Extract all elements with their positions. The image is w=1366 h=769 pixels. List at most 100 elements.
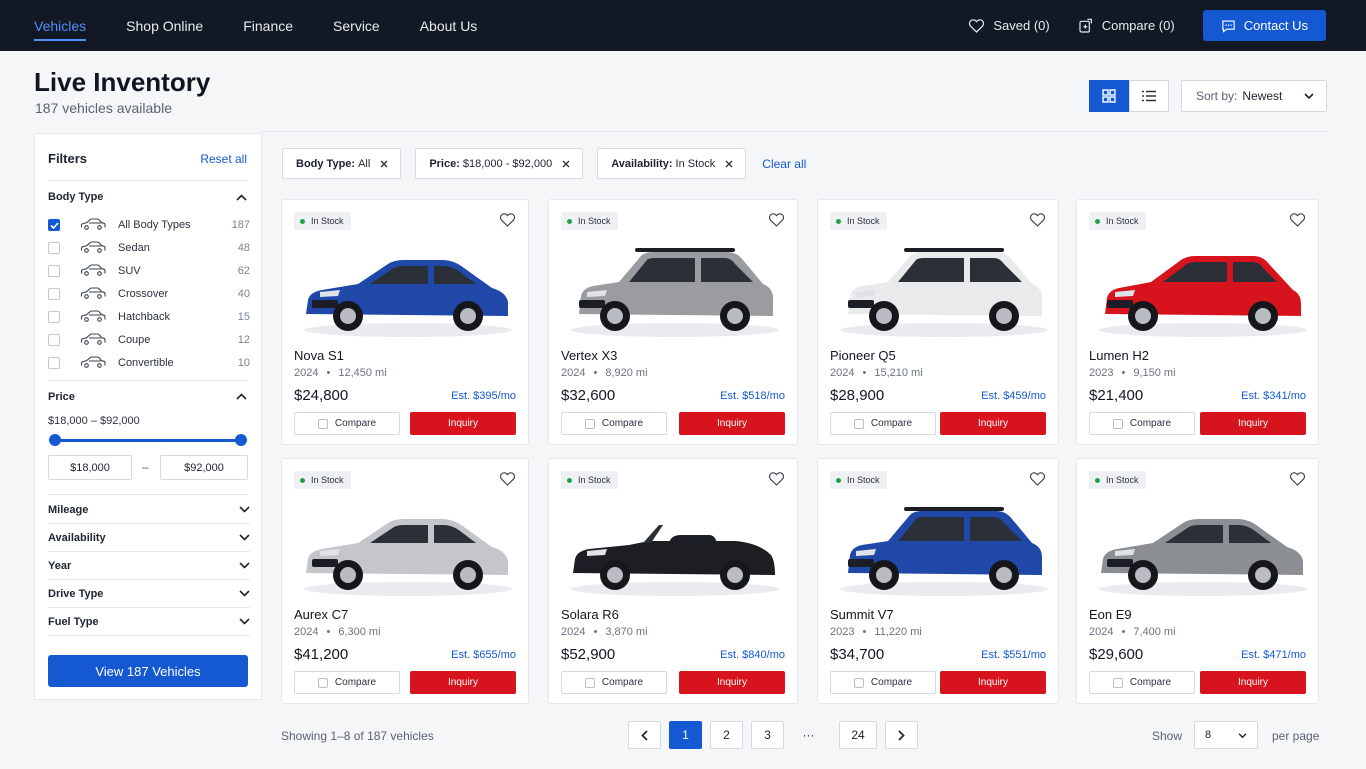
- inquiry-button[interactable]: Inquiry: [1200, 412, 1306, 435]
- vehicle-name[interactable]: Eon E9: [1089, 607, 1132, 622]
- vehicle-name[interactable]: Pioneer Q5: [830, 348, 896, 363]
- page-3-button[interactable]: 3: [751, 721, 784, 749]
- body-type-option[interactable]: Convertible 10: [48, 353, 250, 373]
- price-slider-min-handle[interactable]: [49, 434, 61, 446]
- nav-link-about-us[interactable]: About Us: [420, 0, 478, 51]
- compare-checkbox-button[interactable]: Compare: [561, 412, 667, 435]
- view-vehicles-button[interactable]: View 187 Vehicles: [48, 655, 248, 687]
- price-min-input[interactable]: [48, 455, 132, 480]
- vehicle-card[interactable]: In Stock Eon E9 2024 • 7,400 mi $29,600 Est. $…: [1076, 458, 1319, 704]
- compare-checkbox-button[interactable]: Compare: [1089, 671, 1195, 694]
- heart-icon[interactable]: [1289, 212, 1306, 227]
- sort-dropdown[interactable]: Sort by: Newest: [1181, 80, 1327, 112]
- vehicle-image[interactable]: [559, 493, 787, 605]
- filter-section-drive-type[interactable]: Drive Type: [48, 580, 250, 608]
- price-max-input[interactable]: [160, 455, 248, 480]
- vehicle-name[interactable]: Aurex C7: [294, 607, 348, 622]
- monthly-estimate[interactable]: Est. $341/mo: [1241, 390, 1306, 402]
- checkbox[interactable]: [1112, 418, 1123, 429]
- inquiry-button[interactable]: Inquiry: [410, 412, 516, 435]
- inquiry-button[interactable]: Inquiry: [679, 671, 785, 694]
- monthly-estimate[interactable]: Est. $518/mo: [720, 390, 785, 402]
- nav-link-shop-online[interactable]: Shop Online: [126, 0, 203, 51]
- body-type-option[interactable]: Crossover 40: [48, 284, 250, 304]
- checkbox[interactable]: [48, 357, 60, 369]
- checkbox[interactable]: [48, 242, 60, 254]
- prev-page-button[interactable]: [628, 721, 661, 749]
- list-view-button[interactable]: [1129, 80, 1169, 112]
- chip-price[interactable]: Price: $18,000 - $92,000: [415, 148, 584, 179]
- vehicle-image[interactable]: [828, 234, 1056, 346]
- nav-link-vehicles[interactable]: Vehicles: [34, 0, 87, 51]
- vehicle-image[interactable]: [1087, 493, 1315, 605]
- close-icon[interactable]: [380, 160, 388, 168]
- heart-icon[interactable]: [768, 471, 785, 486]
- vehicle-card[interactable]: In Stock Nova S1 2024 • 12,450 mi $24,800 Est.…: [281, 199, 529, 445]
- monthly-estimate[interactable]: Est. $655/mo: [451, 649, 516, 661]
- vehicle-card[interactable]: In Stock Pioneer Q5 2024 • 15,210 mi $28,900 E…: [817, 199, 1059, 445]
- chip-availability[interactable]: Availability: In Stock: [597, 148, 747, 179]
- body-type-option[interactable]: Hatchback 15: [48, 307, 250, 327]
- filter-section-fuel-type[interactable]: Fuel Type: [48, 608, 250, 636]
- body-type-option[interactable]: Sedan 48: [48, 238, 250, 258]
- nav-link-service[interactable]: Service: [333, 0, 380, 51]
- vehicle-card[interactable]: In Stock Aurex C7 2024 • 6,300 mi $41,200 Est.…: [281, 458, 529, 704]
- checkbox[interactable]: [48, 265, 60, 277]
- monthly-estimate[interactable]: Est. $459/mo: [981, 390, 1046, 402]
- compare-checkbox-button[interactable]: Compare: [294, 412, 400, 435]
- checkbox[interactable]: [584, 418, 595, 429]
- vehicle-image[interactable]: [292, 493, 520, 605]
- compare-checkbox-button[interactable]: Compare: [561, 671, 667, 694]
- checkbox[interactable]: [48, 219, 60, 231]
- checkbox[interactable]: [1112, 677, 1123, 688]
- page-24-button[interactable]: 24: [839, 721, 877, 749]
- vehicle-name[interactable]: Summit V7: [830, 607, 894, 622]
- chevron-up-icon[interactable]: [236, 393, 247, 400]
- page-1-button[interactable]: 1: [669, 721, 702, 749]
- monthly-estimate[interactable]: Est. $395/mo: [451, 390, 516, 402]
- price-slider-track[interactable]: [55, 439, 241, 442]
- chip-body-type[interactable]: Body Type: All: [282, 148, 402, 179]
- inquiry-button[interactable]: Inquiry: [1200, 671, 1306, 694]
- nav-link-finance[interactable]: Finance: [243, 0, 293, 51]
- compare-checkbox-button[interactable]: Compare: [294, 671, 400, 694]
- price-slider-max-handle[interactable]: [235, 434, 247, 446]
- checkbox[interactable]: [48, 311, 60, 323]
- checkbox[interactable]: [853, 677, 864, 688]
- chevron-up-icon[interactable]: [236, 194, 247, 201]
- monthly-estimate[interactable]: Est. $840/mo: [720, 649, 785, 661]
- heart-icon[interactable]: [1029, 212, 1046, 227]
- inquiry-button[interactable]: Inquiry: [940, 412, 1046, 435]
- filter-section-availability[interactable]: Availability: [48, 524, 250, 552]
- compare-checkbox-button[interactable]: Compare: [830, 412, 936, 435]
- vehicle-name[interactable]: Vertex X3: [561, 348, 617, 363]
- checkbox[interactable]: [853, 418, 864, 429]
- vehicle-name[interactable]: Nova S1: [294, 348, 344, 363]
- vehicle-card[interactable]: In Stock Solara R6 2024 • 3,870 mi $52,900 Est…: [548, 458, 798, 704]
- monthly-estimate[interactable]: Est. $551/mo: [981, 649, 1046, 661]
- checkbox[interactable]: [584, 677, 595, 688]
- inquiry-button[interactable]: Inquiry: [410, 671, 516, 694]
- close-icon[interactable]: [725, 160, 733, 168]
- saved-link[interactable]: Saved (0): [968, 18, 1050, 33]
- checkbox[interactable]: [317, 418, 328, 429]
- heart-icon[interactable]: [1029, 471, 1046, 486]
- inquiry-button[interactable]: Inquiry: [679, 412, 785, 435]
- checkbox[interactable]: [48, 334, 60, 346]
- vehicle-name[interactable]: Lumen H2: [1089, 348, 1149, 363]
- compare-checkbox-button[interactable]: Compare: [1089, 412, 1195, 435]
- heart-icon[interactable]: [499, 471, 516, 486]
- compare-checkbox-button[interactable]: Compare: [830, 671, 936, 694]
- heart-icon[interactable]: [1289, 471, 1306, 486]
- reset-all-link[interactable]: Reset all: [200, 152, 247, 166]
- heart-icon[interactable]: [768, 212, 785, 227]
- body-type-option[interactable]: Coupe 12: [48, 330, 250, 350]
- monthly-estimate[interactable]: Est. $471/mo: [1241, 649, 1306, 661]
- vehicle-card[interactable]: In Stock Summit V7 2023 • 11,220 mi $34,700 Es…: [817, 458, 1059, 704]
- per-page-select[interactable]: 8: [1194, 721, 1258, 749]
- next-page-button[interactable]: [885, 721, 918, 749]
- contact-us-button[interactable]: Contact Us: [1202, 10, 1326, 41]
- vehicle-image[interactable]: [559, 234, 787, 346]
- heart-icon[interactable]: [499, 212, 516, 227]
- vehicle-name[interactable]: Solara R6: [561, 607, 619, 622]
